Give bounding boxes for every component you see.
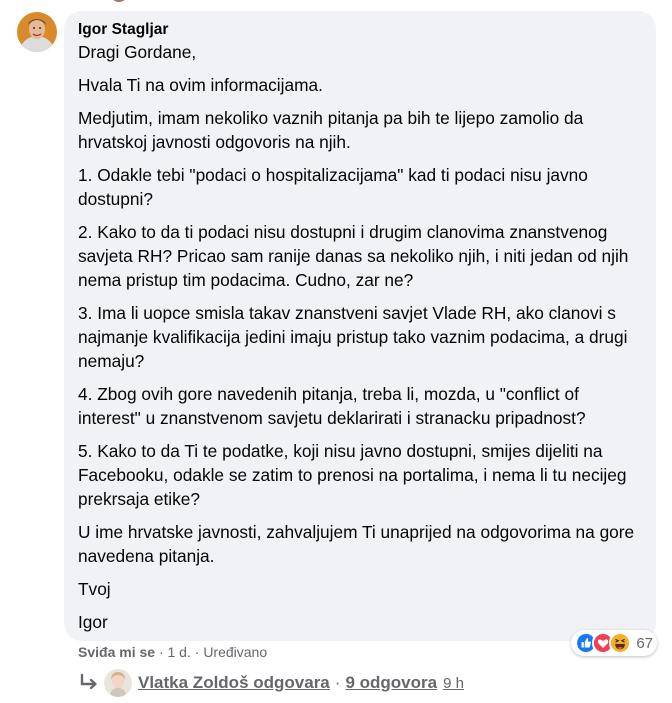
like-button[interactable]: Sviđa mi se — [78, 644, 155, 660]
separator: · — [334, 673, 341, 692]
reaction-count: 67 — [636, 634, 654, 652]
avatar[interactable] — [17, 12, 57, 52]
edited-label: Uređivano — [203, 644, 268, 660]
comment-bubble: Igor Stagljar Dragi Gordane, Hvala Ti na… — [64, 11, 656, 641]
comment-paragraph: Dragi Gordane, — [78, 42, 197, 62]
comment-actions: Sviđa mi se · 1 d. · Uređivano — [78, 642, 267, 662]
previous-avatar-partial — [112, 0, 126, 2]
reply-avatar[interactable] — [104, 669, 132, 697]
comment-paragraph: 5. Kako to da Ti te podatke, koji nisu j… — [78, 441, 627, 509]
separator: · — [158, 644, 164, 660]
comment-paragraph: 3. Ima li uopce smisla takav znanstveni … — [78, 303, 628, 371]
comment-paragraph: Hvala Ti na ovim informacijama. — [78, 75, 323, 95]
comment-paragraph: 4. Zbog ovih gore navedenih pitanja, tre… — [78, 384, 586, 428]
comment-paragraph: U ime hrvatske javnosti, zahvaljujem Ti … — [78, 522, 635, 566]
reply-time[interactable]: 9 h — [443, 675, 464, 692]
comment-paragraph: Tvoj — [78, 579, 111, 599]
reply-author-link[interactable]: Vlatka Zoldoš odgovara — [138, 673, 330, 693]
haha-reaction-icon — [609, 631, 632, 655]
comment-paragraph: Medjutim, imam nekoliko vaznih pitanja p… — [78, 108, 584, 152]
comment-time[interactable]: 1 d. — [168, 644, 191, 660]
separator: · — [194, 644, 200, 660]
comment-paragraph: 2. Kako to da ti podaci nisu dostupni i … — [78, 222, 629, 290]
reply-arrow-icon — [80, 673, 97, 690]
comment-paragraph: 1. Odakle tebi "podaci o hospitalizacija… — [78, 165, 588, 209]
comment-author[interactable]: Igor Stagljar — [78, 20, 642, 40]
view-replies-link[interactable]: 9 odgovora — [345, 673, 437, 693]
reactions-summary[interactable]: 67 — [571, 630, 657, 656]
comment-paragraph: Igor — [78, 612, 108, 632]
replies-row[interactable]: Vlatka Zoldoš odgovara · 9 odgovora 9 h — [78, 668, 464, 698]
